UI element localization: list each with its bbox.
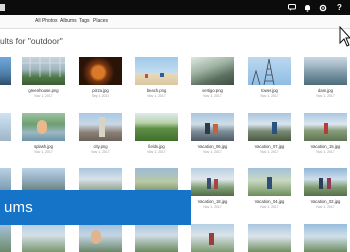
- photo-date: Nov 1, 2017: [147, 150, 166, 154]
- photo-thumbnail[interactable]: [22, 57, 65, 85]
- photo-thumbnail[interactable]: [248, 113, 291, 141]
- photo-date: Nov 1, 2017: [260, 150, 279, 154]
- photo-thumbnail[interactable]: [191, 113, 234, 141]
- photo-thumbnail[interactable]: [22, 224, 65, 252]
- photo-filename: splash.jpg: [34, 144, 53, 149]
- nav-places[interactable]: Places: [93, 18, 108, 24]
- photo-date: Nov 1, 2017: [316, 205, 335, 209]
- photo-filename: fields.jpg: [148, 144, 165, 149]
- photo-thumbnail[interactable]: [0, 113, 11, 141]
- photo-date: Nov 1, 2017: [260, 94, 279, 98]
- photo-thumbnail[interactable]: [304, 113, 347, 141]
- chat-icon[interactable]: [284, 0, 299, 15]
- app-top-bar: ?: [0, 0, 350, 15]
- photo-thumbnail[interactable]: [304, 57, 347, 85]
- photo-filename: tower.jpg: [261, 88, 278, 93]
- nav-bar: All Photos Albums Tags Places: [0, 15, 350, 29]
- mouse-cursor-icon: [339, 25, 350, 53]
- photo-thumbnail[interactable]: [248, 224, 291, 252]
- albums-banner: ums: [0, 190, 191, 225]
- photo-thumbnail[interactable]: [304, 224, 347, 252]
- photo-thumbnail[interactable]: [135, 57, 178, 85]
- page-title: ults for "outdoor": [0, 36, 63, 46]
- photo-date: Nov 1, 2017: [316, 150, 335, 154]
- photo-thumbnail[interactable]: [304, 168, 347, 196]
- photo-date: Nov 1, 2017: [34, 150, 53, 154]
- photo-filename: Vacation_07.jpg: [254, 144, 285, 149]
- photo-date: Nov 1, 2017: [91, 150, 110, 154]
- photo-date: Nov 1, 2017: [316, 94, 335, 98]
- photo-date: Nov 1, 2017: [203, 94, 222, 98]
- photo-filename: city.png: [93, 144, 108, 149]
- photo-filename: Vacation_15.jpg: [310, 144, 341, 149]
- photo-filename: greenhouse.png: [28, 88, 59, 93]
- photo-thumbnail[interactable]: [191, 224, 234, 252]
- photo-date: Nov 1, 2017: [203, 150, 222, 154]
- photo-filename: Vacation_06.jpg: [197, 144, 228, 149]
- photo-filename: Vacation_18.jpg: [197, 199, 228, 204]
- photo-filename: vertigo.png: [202, 88, 223, 93]
- photo-date: Sep 1 2021: [91, 94, 110, 98]
- photo-filename: beach.png: [146, 88, 167, 93]
- photo-thumbnail[interactable]: [248, 57, 291, 85]
- photo-thumbnail[interactable]: [135, 224, 178, 252]
- settings-icon[interactable]: [315, 0, 330, 15]
- nav-tags[interactable]: Tags: [79, 18, 90, 24]
- photo-thumbnail[interactable]: [248, 168, 291, 196]
- photo-filename: pizza.jpg: [92, 88, 109, 93]
- nav-all-photos[interactable]: All Photos: [35, 18, 58, 24]
- photo-thumbnail[interactable]: [22, 113, 65, 141]
- photo-thumbnail[interactable]: [191, 168, 234, 196]
- photo-date: Nov 1, 2017: [203, 205, 222, 209]
- photo-thumbnail[interactable]: [0, 57, 11, 85]
- photo-date: Nov 1, 2017: [34, 94, 53, 98]
- photo-thumbnail[interactable]: [79, 224, 122, 252]
- photo-filename: Vacation_04.jpg: [254, 199, 285, 204]
- photo-thumbnail[interactable]: [135, 113, 178, 141]
- help-icon[interactable]: ?: [332, 0, 347, 15]
- photo-thumbnail[interactable]: [0, 224, 11, 252]
- photo-filename: Vacation_02.jpg: [310, 199, 341, 204]
- photo-thumbnail[interactable]: [79, 113, 122, 141]
- photo-date: Nov 1, 2017: [147, 94, 166, 98]
- app-logo: [0, 4, 5, 11]
- nav-albums[interactable]: Albums: [60, 18, 77, 24]
- photo-thumbnail[interactable]: [191, 57, 234, 85]
- bell-icon[interactable]: [300, 0, 315, 15]
- photo-filename: dam.jpg: [318, 88, 333, 93]
- banner-title: ums: [4, 199, 33, 216]
- photo-date: Nov 1, 2017: [260, 205, 279, 209]
- photo-thumbnail[interactable]: [79, 57, 122, 85]
